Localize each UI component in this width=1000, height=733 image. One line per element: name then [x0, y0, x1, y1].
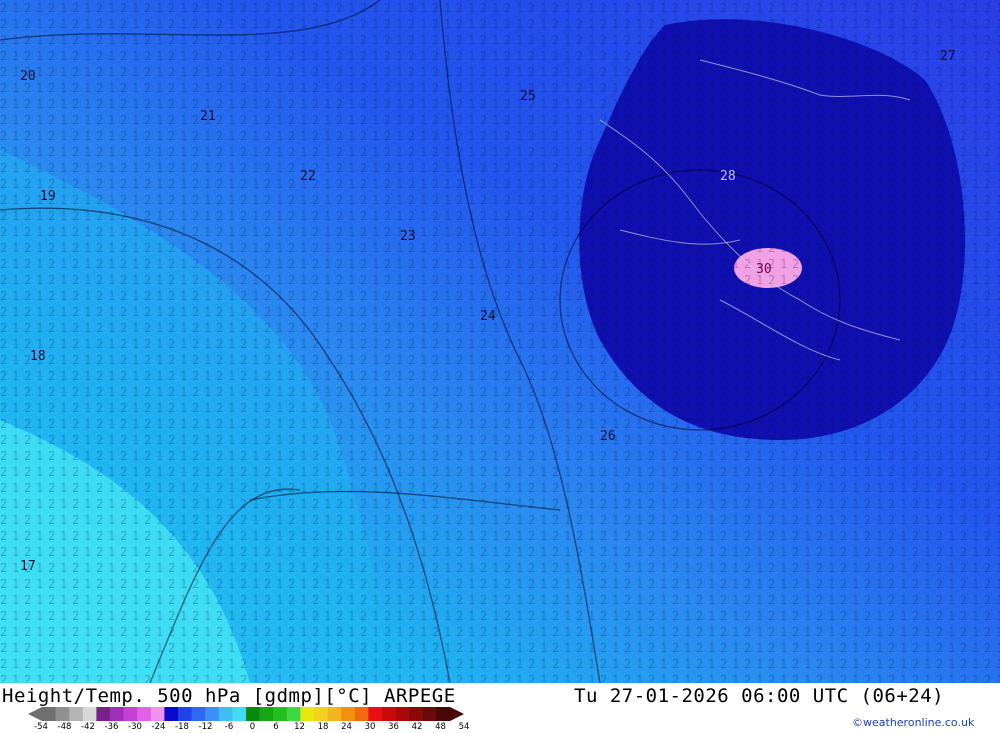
label-22: 22: [300, 169, 316, 184]
valid-time: Tu 27-01-2026 06:00 UTC (06+24): [574, 685, 945, 707]
scale-swatch: [137, 707, 152, 721]
scale-swatch: [327, 707, 342, 721]
scale-swatch: [96, 707, 111, 721]
scale-swatch: [436, 707, 451, 721]
scale-tick-label: 24: [341, 722, 352, 732]
scale-tick-label: 12: [294, 722, 305, 732]
scale-arrow-left: [28, 707, 42, 721]
scale-swatch: [422, 707, 437, 721]
label-30: 30: [756, 262, 772, 277]
scale-arrow-right: [450, 707, 464, 721]
label-18: 18: [30, 349, 46, 364]
scale-swatch: [232, 707, 247, 721]
credit-link[interactable]: ©weatheronline.co.uk: [852, 716, 974, 729]
color-scale: [28, 707, 464, 721]
scale-swatch: [82, 707, 97, 721]
scale-swatch: [273, 707, 288, 721]
scale-tick-label: 36: [388, 722, 399, 732]
scale-swatch: [150, 707, 165, 721]
scale-tick-label: -18: [175, 722, 189, 732]
scale-swatch: [218, 707, 233, 721]
scale-tick-label: -54: [34, 722, 48, 732]
scale-tick-label: -30: [128, 722, 142, 732]
scale-tick-label: 48: [435, 722, 446, 732]
scale-swatch: [382, 707, 396, 721]
scale-swatch: [300, 707, 315, 721]
map-title: Height/Temp. 500 hPa [gdmp][°C] ARPEGE: [2, 685, 456, 707]
scale-tick-label: 30: [364, 722, 376, 732]
scale-swatch: [314, 707, 328, 721]
label-26: 26: [600, 429, 616, 444]
weather-map: 2 1 20 19 18 17 21 22 23 24 25 26 27: [0, 0, 1000, 683]
contour-label-texture: [0, 0, 1000, 683]
scale-tick-label: 0: [249, 722, 256, 732]
scale-tick-label: -24: [151, 722, 166, 732]
scale-swatch: [409, 707, 424, 721]
scale-swatch: [55, 707, 70, 721]
label-23: 23: [400, 229, 416, 244]
scale-swatch: [110, 707, 124, 721]
scale-tick-label: 6: [273, 722, 279, 732]
label-25: 25: [520, 89, 536, 104]
scale-swatch: [368, 707, 383, 721]
label-20: 20: [20, 69, 36, 84]
label-21: 21: [200, 109, 216, 124]
scale-swatch: [205, 707, 220, 721]
scale-swatch: [69, 707, 84, 721]
label-24: 24: [480, 309, 496, 324]
label-19: 19: [40, 189, 56, 204]
scale-swatch: [354, 707, 369, 721]
scale-tick-label: 42: [411, 722, 423, 732]
scale-swatch: [246, 707, 260, 721]
scale-tick-label: -48: [57, 722, 72, 732]
scale-tick-label: -36: [104, 722, 119, 732]
scale-swatch: [341, 707, 356, 721]
scale-tick-label: -42: [81, 722, 95, 732]
scale-swatch: [191, 707, 206, 721]
scale-swatch: [286, 707, 301, 721]
scale-tick-label: 54: [458, 722, 470, 732]
scale-tick-label: 18: [317, 722, 329, 732]
scale-swatch: [259, 707, 274, 721]
scale-tick-label: -12: [198, 722, 213, 732]
scale-tick-label: -6: [224, 722, 234, 732]
scale-swatch: [164, 707, 179, 721]
scale-swatch: [395, 707, 410, 721]
label-27: 27: [940, 49, 956, 64]
scale-tick-labels: -54 -48 -42 -36 -30 -24 -18 -12 -6 0 6 12 18 24 30 36 42…: [33, 722, 473, 733]
scale-swatch: [123, 707, 138, 721]
scale-swatch: [178, 707, 192, 721]
label-17: 17: [20, 559, 36, 574]
scale-swatch: [42, 707, 56, 721]
label-28: 28: [720, 169, 736, 184]
